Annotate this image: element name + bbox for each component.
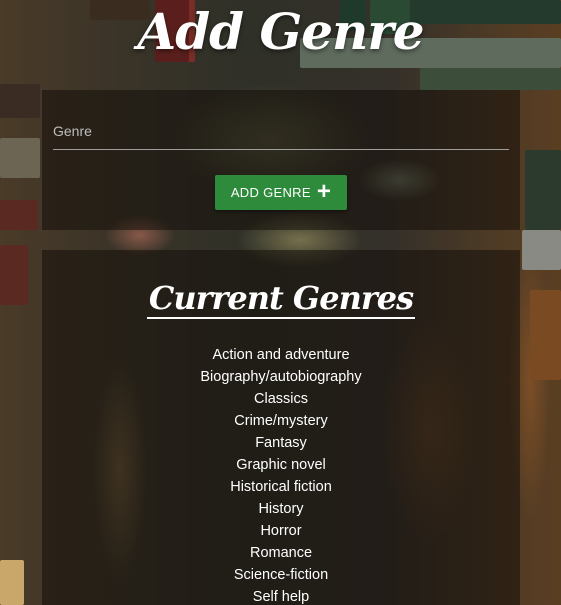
genre-list-item: Classics bbox=[254, 391, 308, 407]
background-book bbox=[0, 84, 40, 118]
current-genres-heading: Current Genres bbox=[42, 278, 520, 319]
background-book bbox=[0, 560, 24, 605]
background-book bbox=[0, 200, 38, 230]
background-book bbox=[420, 68, 561, 90]
background-book bbox=[0, 138, 40, 178]
genre-list-item: Crime/mystery bbox=[234, 413, 328, 429]
genre-list-item: Fantasy bbox=[255, 435, 307, 451]
current-genres-heading-text: Current Genres bbox=[146, 279, 416, 319]
genre-list-item: History bbox=[258, 501, 304, 517]
genre-list-item: Action and adventure bbox=[212, 347, 350, 363]
genre-list-item: Horror bbox=[260, 523, 302, 539]
genre-list-item: Biography/autobiography bbox=[200, 369, 362, 385]
background-book bbox=[530, 290, 561, 380]
add-genre-form: ADD GENRE + bbox=[42, 90, 520, 230]
plus-icon: + bbox=[316, 177, 332, 205]
current-genres-panel: Current Genres Action and adventure Biog… bbox=[42, 250, 520, 605]
genre-input[interactable] bbox=[53, 112, 509, 150]
background-book bbox=[0, 245, 28, 305]
background-book bbox=[525, 150, 561, 230]
page-title: Add Genre bbox=[137, 2, 424, 61]
genre-list-item: Historical fiction bbox=[230, 479, 332, 495]
genre-list: Action and adventure Biography/autobiogr… bbox=[42, 344, 520, 605]
background-book bbox=[522, 230, 561, 270]
genre-list-item: Graphic novel bbox=[236, 457, 326, 473]
add-genre-button-label: ADD GENRE bbox=[230, 185, 311, 200]
genre-list-item: Romance bbox=[249, 545, 313, 561]
genre-list-item: Science-fiction bbox=[233, 567, 329, 583]
add-genre-button[interactable]: ADD GENRE + bbox=[215, 175, 347, 210]
genre-list-item: Self help bbox=[252, 589, 310, 605]
